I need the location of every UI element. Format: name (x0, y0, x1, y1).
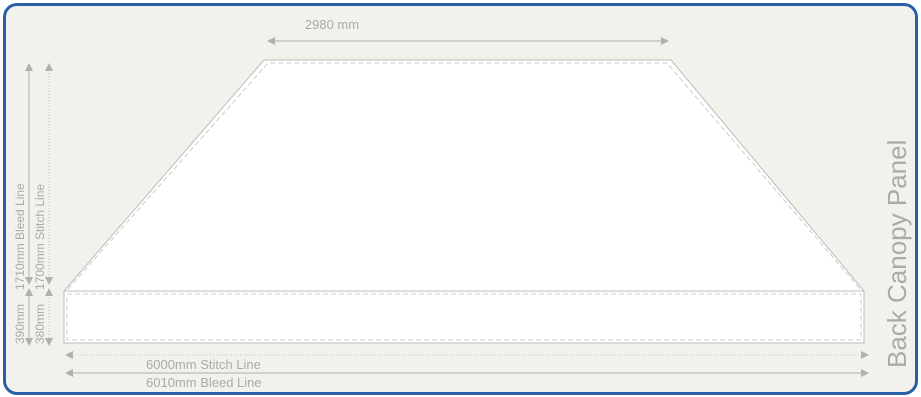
bleed-height-upper-label: 1710mm Bleed Line (13, 183, 27, 290)
bleed-width-label: 6010mm Bleed Line (146, 375, 262, 390)
stitch-height-upper-label: 1700mm Stitch Line (33, 184, 47, 290)
panel-title: Back Canopy Panel (882, 140, 912, 368)
stitch-width-label: 6000mm Stitch Line (146, 357, 261, 372)
diagram-frame: 2980 mm 6000mm Stitch Line 6010mm Bleed … (3, 3, 918, 395)
panel-base-rectangle (63, 290, 865, 344)
bleed-height-lower-label: 390mm (13, 304, 27, 344)
top-width-label: 2980 mm (305, 17, 359, 32)
stitch-height-lower-label: 380mm (33, 304, 47, 344)
panel-trapezoid (62, 59, 866, 292)
canopy-diagram: 2980 mm 6000mm Stitch Line 6010mm Bleed … (13, 15, 912, 390)
